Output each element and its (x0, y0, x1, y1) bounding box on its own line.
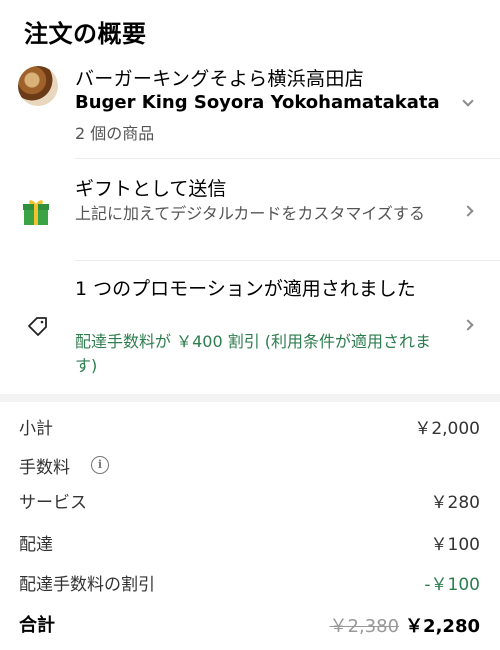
store-item-count: 2 個の商品 (75, 124, 155, 143)
total-price: ￥2,380 ￥2,280 (330, 612, 480, 638)
tag-icon (28, 317, 47, 336)
section-divider (0, 394, 500, 402)
store-name-jp: バーガーキングそよら横浜高田店 (75, 68, 364, 90)
store-thumbnail (18, 66, 58, 106)
gift-title: ギフトとして送信 (75, 178, 227, 200)
delivery-fee-value: ￥100 (430, 535, 480, 555)
page-title: 注文の概要 (24, 20, 147, 48)
promo-title: 1 つのプロモーションが適用されました (75, 278, 416, 300)
total-original-price: ￥2,380 (329, 616, 400, 637)
subtotal-value: ￥2,000 (414, 419, 480, 439)
divider (75, 260, 500, 261)
subtotal-label: 小計 (19, 419, 53, 439)
promo-subtitle: 配達手数料が ￥400 割引 (利用条件が適用されます) (75, 332, 432, 375)
info-icon[interactable]: i (91, 456, 109, 474)
total-label: 合計 (19, 615, 55, 636)
store-name-en: Buger King Soyora Yokohamatakata (75, 92, 440, 113)
fees-label: 手数料 (19, 458, 70, 478)
service-fee-label: サービス (19, 493, 87, 513)
gift-subtitle: 上記に加えてデジタルカードをカスタマイズする (75, 204, 425, 223)
chevron-down-icon[interactable] (462, 95, 474, 107)
delivery-fee-label: 配達 (19, 535, 53, 555)
gift-icon (23, 200, 49, 225)
total-value: ￥2,280 (405, 616, 480, 637)
chevron-right-icon[interactable] (462, 319, 474, 331)
order-summary-page: 注文の概要 バーガーキングそよら横浜高田店 Buger King Soyora … (0, 0, 500, 650)
service-fee-value: ￥280 (430, 493, 480, 513)
discount-value: -￥100 (424, 575, 480, 595)
divider (75, 158, 500, 159)
discount-label: 配達手数料の割引 (19, 575, 155, 595)
chevron-right-icon[interactable] (462, 205, 474, 217)
